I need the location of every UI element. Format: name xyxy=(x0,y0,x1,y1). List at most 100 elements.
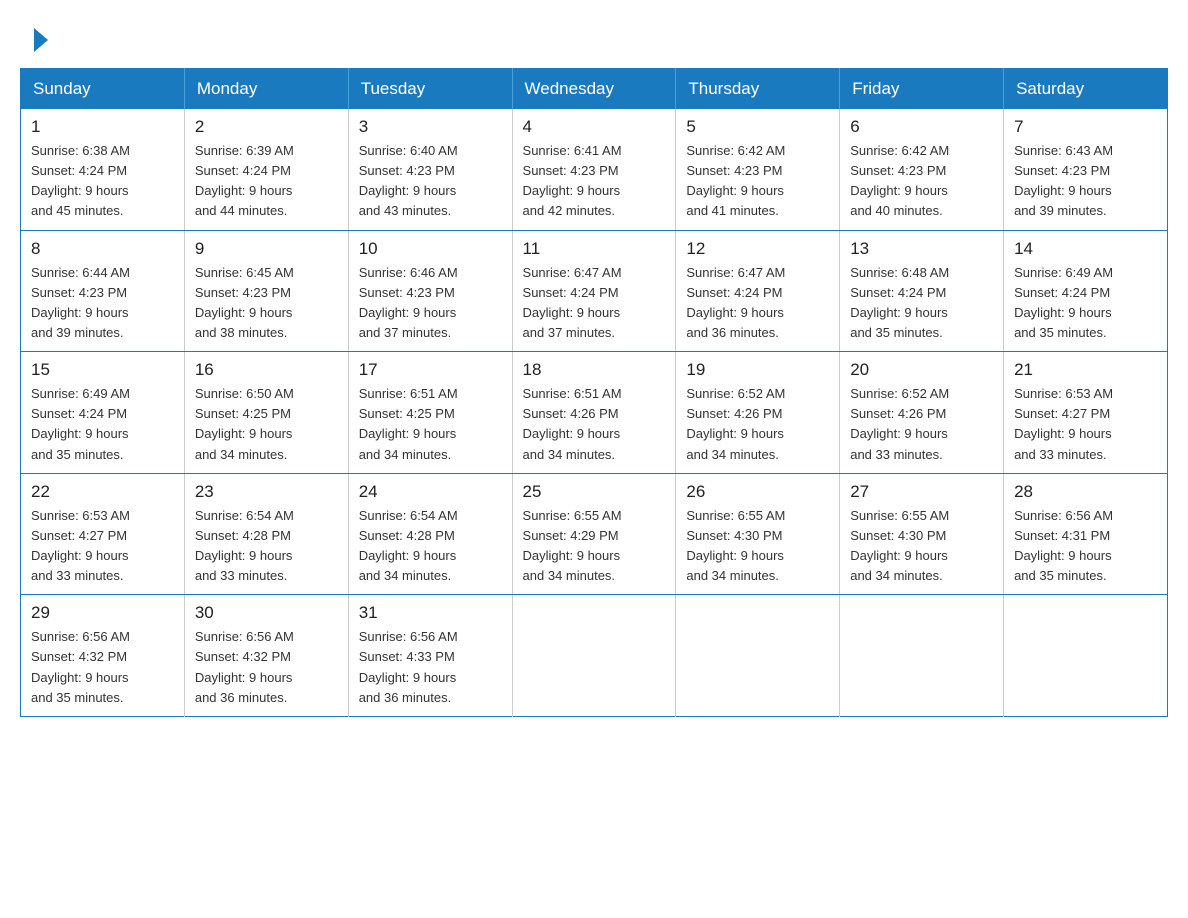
calendar-day-cell: 7 Sunrise: 6:43 AMSunset: 4:23 PMDayligh… xyxy=(1004,109,1168,230)
day-number: 8 xyxy=(31,239,174,259)
calendar-day-cell: 28 Sunrise: 6:56 AMSunset: 4:31 PMDaylig… xyxy=(1004,473,1168,595)
calendar-day-cell: 30 Sunrise: 6:56 AMSunset: 4:32 PMDaylig… xyxy=(184,595,348,717)
day-info: Sunrise: 6:41 AMSunset: 4:23 PMDaylight:… xyxy=(523,143,622,218)
calendar-day-cell: 19 Sunrise: 6:52 AMSunset: 4:26 PMDaylig… xyxy=(676,352,840,474)
calendar-day-cell: 11 Sunrise: 6:47 AMSunset: 4:24 PMDaylig… xyxy=(512,230,676,352)
calendar-day-cell: 24 Sunrise: 6:54 AMSunset: 4:28 PMDaylig… xyxy=(348,473,512,595)
day-info: Sunrise: 6:47 AMSunset: 4:24 PMDaylight:… xyxy=(523,265,622,340)
calendar-day-cell: 5 Sunrise: 6:42 AMSunset: 4:23 PMDayligh… xyxy=(676,109,840,230)
calendar-day-cell: 13 Sunrise: 6:48 AMSunset: 4:24 PMDaylig… xyxy=(840,230,1004,352)
day-number: 18 xyxy=(523,360,666,380)
day-number: 21 xyxy=(1014,360,1157,380)
day-info: Sunrise: 6:52 AMSunset: 4:26 PMDaylight:… xyxy=(850,386,949,461)
calendar-day-cell: 27 Sunrise: 6:55 AMSunset: 4:30 PMDaylig… xyxy=(840,473,1004,595)
calendar-day-cell: 14 Sunrise: 6:49 AMSunset: 4:24 PMDaylig… xyxy=(1004,230,1168,352)
day-info: Sunrise: 6:53 AMSunset: 4:27 PMDaylight:… xyxy=(31,508,130,583)
day-number: 27 xyxy=(850,482,993,502)
logo xyxy=(30,30,48,48)
day-info: Sunrise: 6:43 AMSunset: 4:23 PMDaylight:… xyxy=(1014,143,1113,218)
day-number: 15 xyxy=(31,360,174,380)
logo-arrow-icon xyxy=(34,28,48,52)
day-number: 10 xyxy=(359,239,502,259)
day-number: 24 xyxy=(359,482,502,502)
calendar-day-cell: 26 Sunrise: 6:55 AMSunset: 4:30 PMDaylig… xyxy=(676,473,840,595)
calendar-day-cell: 23 Sunrise: 6:54 AMSunset: 4:28 PMDaylig… xyxy=(184,473,348,595)
day-info: Sunrise: 6:50 AMSunset: 4:25 PMDaylight:… xyxy=(195,386,294,461)
day-of-week-header: Tuesday xyxy=(348,69,512,110)
calendar-day-cell: 3 Sunrise: 6:40 AMSunset: 4:23 PMDayligh… xyxy=(348,109,512,230)
day-info: Sunrise: 6:49 AMSunset: 4:24 PMDaylight:… xyxy=(1014,265,1113,340)
calendar-week-row: 29 Sunrise: 6:56 AMSunset: 4:32 PMDaylig… xyxy=(21,595,1168,717)
calendar-day-cell: 2 Sunrise: 6:39 AMSunset: 4:24 PMDayligh… xyxy=(184,109,348,230)
day-info: Sunrise: 6:49 AMSunset: 4:24 PMDaylight:… xyxy=(31,386,130,461)
calendar-day-cell: 4 Sunrise: 6:41 AMSunset: 4:23 PMDayligh… xyxy=(512,109,676,230)
day-of-week-header: Saturday xyxy=(1004,69,1168,110)
day-number: 26 xyxy=(686,482,829,502)
calendar-week-row: 22 Sunrise: 6:53 AMSunset: 4:27 PMDaylig… xyxy=(21,473,1168,595)
day-number: 5 xyxy=(686,117,829,137)
calendar-week-row: 1 Sunrise: 6:38 AMSunset: 4:24 PMDayligh… xyxy=(21,109,1168,230)
day-info: Sunrise: 6:40 AMSunset: 4:23 PMDaylight:… xyxy=(359,143,458,218)
day-number: 2 xyxy=(195,117,338,137)
day-info: Sunrise: 6:55 AMSunset: 4:30 PMDaylight:… xyxy=(686,508,785,583)
calendar-day-cell xyxy=(1004,595,1168,717)
day-info: Sunrise: 6:42 AMSunset: 4:23 PMDaylight:… xyxy=(850,143,949,218)
day-info: Sunrise: 6:46 AMSunset: 4:23 PMDaylight:… xyxy=(359,265,458,340)
calendar-day-cell: 10 Sunrise: 6:46 AMSunset: 4:23 PMDaylig… xyxy=(348,230,512,352)
day-of-week-header: Thursday xyxy=(676,69,840,110)
day-number: 19 xyxy=(686,360,829,380)
day-number: 7 xyxy=(1014,117,1157,137)
day-number: 9 xyxy=(195,239,338,259)
calendar-day-cell: 22 Sunrise: 6:53 AMSunset: 4:27 PMDaylig… xyxy=(21,473,185,595)
day-number: 1 xyxy=(31,117,174,137)
calendar-day-cell: 15 Sunrise: 6:49 AMSunset: 4:24 PMDaylig… xyxy=(21,352,185,474)
calendar-day-cell xyxy=(676,595,840,717)
day-of-week-header: Friday xyxy=(840,69,1004,110)
day-number: 20 xyxy=(850,360,993,380)
calendar-day-cell: 16 Sunrise: 6:50 AMSunset: 4:25 PMDaylig… xyxy=(184,352,348,474)
day-info: Sunrise: 6:56 AMSunset: 4:33 PMDaylight:… xyxy=(359,629,458,704)
day-info: Sunrise: 6:54 AMSunset: 4:28 PMDaylight:… xyxy=(195,508,294,583)
calendar-week-row: 15 Sunrise: 6:49 AMSunset: 4:24 PMDaylig… xyxy=(21,352,1168,474)
day-info: Sunrise: 6:56 AMSunset: 4:31 PMDaylight:… xyxy=(1014,508,1113,583)
day-info: Sunrise: 6:55 AMSunset: 4:30 PMDaylight:… xyxy=(850,508,949,583)
day-number: 13 xyxy=(850,239,993,259)
calendar-day-cell: 9 Sunrise: 6:45 AMSunset: 4:23 PMDayligh… xyxy=(184,230,348,352)
calendar-day-cell: 25 Sunrise: 6:55 AMSunset: 4:29 PMDaylig… xyxy=(512,473,676,595)
day-info: Sunrise: 6:54 AMSunset: 4:28 PMDaylight:… xyxy=(359,508,458,583)
day-number: 12 xyxy=(686,239,829,259)
day-info: Sunrise: 6:44 AMSunset: 4:23 PMDaylight:… xyxy=(31,265,130,340)
page-header xyxy=(20,20,1168,58)
day-info: Sunrise: 6:52 AMSunset: 4:26 PMDaylight:… xyxy=(686,386,785,461)
day-info: Sunrise: 6:39 AMSunset: 4:24 PMDaylight:… xyxy=(195,143,294,218)
day-info: Sunrise: 6:56 AMSunset: 4:32 PMDaylight:… xyxy=(31,629,130,704)
day-number: 14 xyxy=(1014,239,1157,259)
calendar-day-cell: 21 Sunrise: 6:53 AMSunset: 4:27 PMDaylig… xyxy=(1004,352,1168,474)
day-info: Sunrise: 6:38 AMSunset: 4:24 PMDaylight:… xyxy=(31,143,130,218)
day-number: 23 xyxy=(195,482,338,502)
calendar-week-row: 8 Sunrise: 6:44 AMSunset: 4:23 PMDayligh… xyxy=(21,230,1168,352)
calendar-day-cell xyxy=(512,595,676,717)
calendar-day-cell: 31 Sunrise: 6:56 AMSunset: 4:33 PMDaylig… xyxy=(348,595,512,717)
calendar-day-cell: 8 Sunrise: 6:44 AMSunset: 4:23 PMDayligh… xyxy=(21,230,185,352)
day-of-week-header: Monday xyxy=(184,69,348,110)
day-of-week-header: Wednesday xyxy=(512,69,676,110)
day-number: 3 xyxy=(359,117,502,137)
day-info: Sunrise: 6:48 AMSunset: 4:24 PMDaylight:… xyxy=(850,265,949,340)
day-number: 29 xyxy=(31,603,174,623)
calendar-day-cell: 1 Sunrise: 6:38 AMSunset: 4:24 PMDayligh… xyxy=(21,109,185,230)
day-number: 25 xyxy=(523,482,666,502)
calendar-day-cell: 29 Sunrise: 6:56 AMSunset: 4:32 PMDaylig… xyxy=(21,595,185,717)
day-info: Sunrise: 6:51 AMSunset: 4:25 PMDaylight:… xyxy=(359,386,458,461)
day-info: Sunrise: 6:45 AMSunset: 4:23 PMDaylight:… xyxy=(195,265,294,340)
day-number: 31 xyxy=(359,603,502,623)
day-info: Sunrise: 6:55 AMSunset: 4:29 PMDaylight:… xyxy=(523,508,622,583)
calendar-table: SundayMondayTuesdayWednesdayThursdayFrid… xyxy=(20,68,1168,717)
day-number: 6 xyxy=(850,117,993,137)
calendar-day-cell: 12 Sunrise: 6:47 AMSunset: 4:24 PMDaylig… xyxy=(676,230,840,352)
day-number: 16 xyxy=(195,360,338,380)
calendar-day-cell: 20 Sunrise: 6:52 AMSunset: 4:26 PMDaylig… xyxy=(840,352,1004,474)
day-of-week-header: Sunday xyxy=(21,69,185,110)
day-number: 30 xyxy=(195,603,338,623)
day-info: Sunrise: 6:47 AMSunset: 4:24 PMDaylight:… xyxy=(686,265,785,340)
